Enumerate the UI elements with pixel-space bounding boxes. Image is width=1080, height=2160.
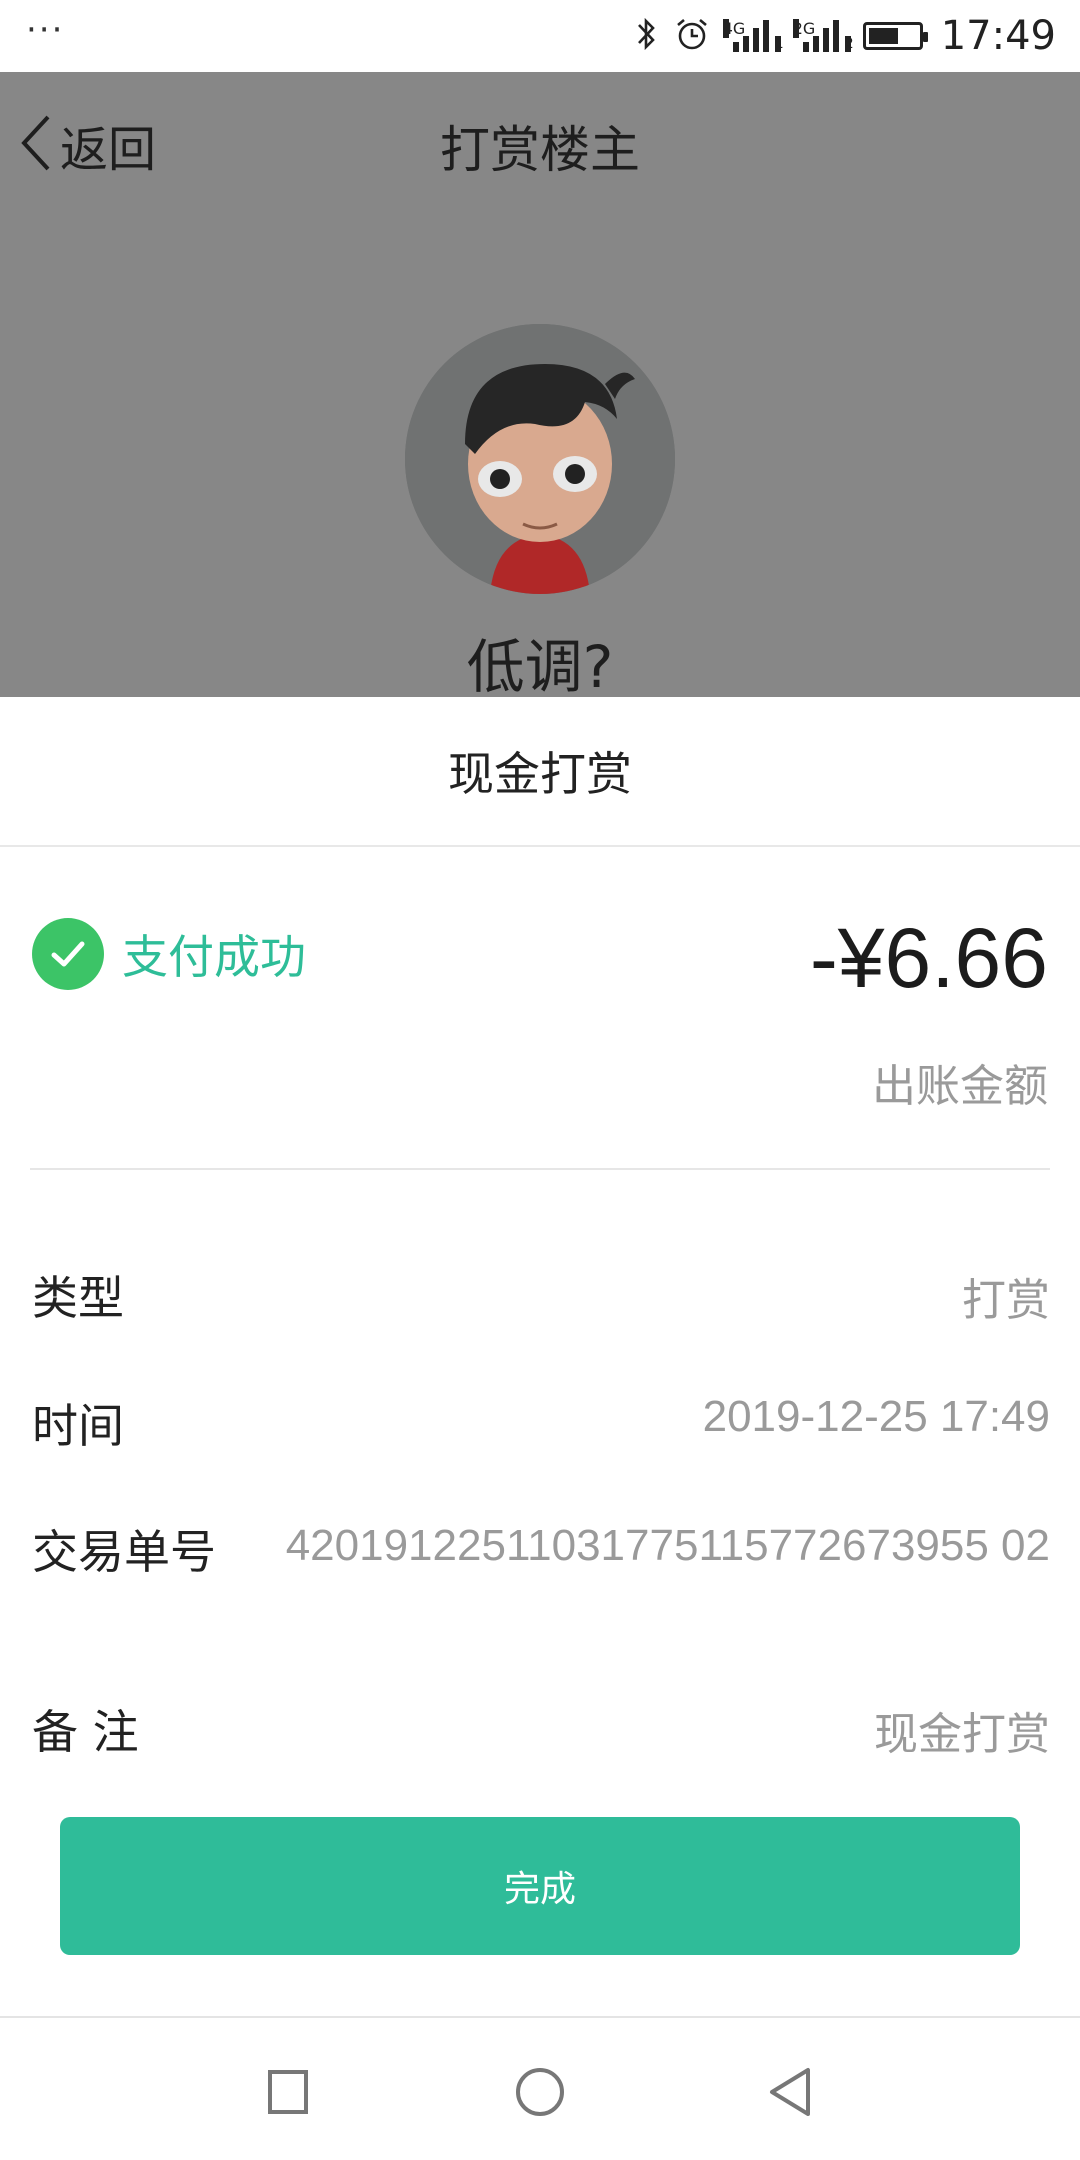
payment-status-text: 支付成功 xyxy=(122,930,306,984)
payment-amount: -¥6.66 xyxy=(809,911,1048,1005)
page-title: 打赏楼主 xyxy=(440,121,640,179)
note-value: 现金打赏 xyxy=(874,1709,1050,1760)
section-title: 现金打赏 xyxy=(0,697,1080,847)
status-bar: ··· 4G 1 2G 2 17:49 xyxy=(0,0,1080,72)
battery-icon xyxy=(862,22,928,50)
amount-label: 出账金额 xyxy=(872,1061,1048,1112)
battery-level xyxy=(868,28,898,44)
home-button[interactable] xyxy=(512,2064,568,2120)
recent-apps-button[interactable] xyxy=(260,2064,316,2120)
profile-header: 返回 打赏楼主 低调? xyxy=(0,72,1080,701)
system-nav-bar xyxy=(0,2016,1080,2160)
alarm-icon xyxy=(673,15,711,57)
back-nav-button[interactable] xyxy=(764,2064,820,2120)
divider xyxy=(30,1168,1050,1170)
status-icons: 4G 1 2G 2 17:49 xyxy=(633,12,1056,60)
done-button[interactable]: 完成 xyxy=(60,1817,1020,1955)
signal-sim2-icon: 2G 2 xyxy=(792,19,854,52)
type-value: 打赏 xyxy=(962,1275,1050,1326)
status-time: 17:49 xyxy=(940,13,1056,59)
note-label: 备 注 xyxy=(32,1705,139,1759)
transaction-id-value: 42019122511031775115772673955 02 xyxy=(285,1521,1050,1570)
time-label: 时间 xyxy=(32,1399,124,1453)
time-value: 2019-12-25 17:49 xyxy=(702,1392,1050,1441)
type-label: 类型 xyxy=(32,1271,124,1325)
notification-dots: ··· xyxy=(26,10,65,50)
signal-sim1-icon: 4G 1 xyxy=(722,19,784,52)
triangle-back-icon xyxy=(770,2068,810,2116)
recipient-name: 低调? xyxy=(466,633,614,701)
circle-icon xyxy=(516,2068,564,2116)
avatar xyxy=(405,324,675,594)
bluetooth-icon xyxy=(633,16,661,56)
payment-status: 支付成功 xyxy=(32,918,306,990)
square-icon xyxy=(268,2070,308,2114)
transaction-id-label: 交易单号 xyxy=(32,1525,216,1579)
check-circle-icon xyxy=(32,918,104,990)
